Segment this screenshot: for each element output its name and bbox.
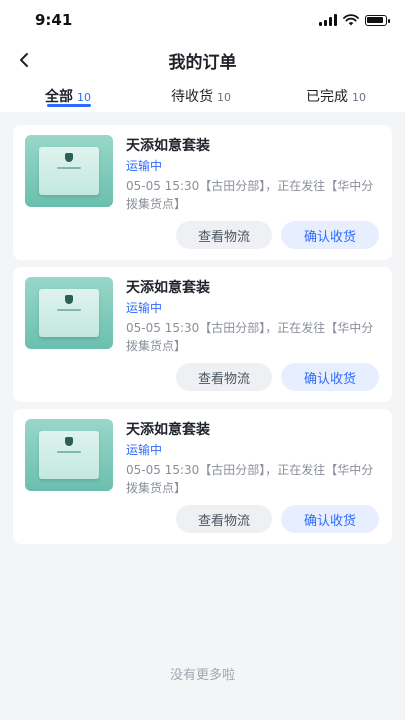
badge-icon [65, 437, 73, 446]
order-list-screen: 9:41 我的订单 全部 10 待收货 10 已完成 10 天添如意套装 运输中… [0, 0, 405, 720]
page-title: 我的订单 [168, 53, 237, 73]
order-status: 运输中 [126, 443, 163, 457]
tab-count: 10 [217, 91, 231, 104]
tab-completed[interactable]: 已完成 10 [306, 86, 366, 110]
order-card[interactable]: 天添如意套装 运输中 05-05 15:30【古田分部】，正在发往【华中分拨集货… [13, 267, 392, 402]
tab-count: 10 [352, 91, 366, 104]
tab-label: 全部 [45, 89, 73, 105]
tab-label: 已完成 [306, 89, 348, 105]
product-title: 天添如意套装 [126, 280, 210, 296]
box-stripe [57, 309, 81, 311]
tab-label: 待收货 [171, 89, 213, 105]
no-more-text: 没有更多啦 [169, 668, 235, 683]
active-tab-indicator [47, 104, 91, 107]
view-logistics-button[interactable]: 查看物流 [176, 505, 272, 533]
view-logistics-button[interactable]: 查看物流 [176, 363, 272, 391]
nav-header: 我的订单 [0, 40, 405, 80]
signal-icon [319, 14, 337, 26]
status-time: 9:41 [35, 11, 73, 29]
tracking-info: 05-05 15:30【古田分部】，正在发往【华中分拨集货点】 [126, 179, 374, 211]
status-icons [319, 12, 390, 28]
order-tabs: 全部 10 待收货 10 已完成 10 [0, 80, 405, 112]
tracking-info: 05-05 15:30【古田分部】，正在发往【华中分拨集货点】 [126, 463, 374, 495]
product-image[interactable] [25, 277, 113, 349]
tracking-info: 05-05 15:30【古田分部】，正在发往【华中分拨集货点】 [126, 321, 374, 353]
badge-icon [65, 295, 73, 304]
product-image[interactable] [25, 135, 113, 207]
order-status: 运输中 [126, 159, 163, 173]
order-card[interactable]: 天添如意套装 运输中 05-05 15:30【古田分部】，正在发往【华中分拨集货… [13, 409, 392, 544]
confirm-receipt-button[interactable]: 确认收货 [281, 221, 379, 249]
battery-icon [365, 14, 390, 26]
box-stripe [57, 167, 81, 169]
box-stripe [57, 451, 81, 453]
product-box-graphic [39, 147, 99, 195]
order-list: 天添如意套装 运输中 05-05 15:30【古田分部】，正在发往【华中分拨集货… [13, 125, 392, 551]
product-box-graphic [39, 431, 99, 479]
order-card[interactable]: 天添如意套装 运输中 05-05 15:30【古田分部】，正在发往【华中分拨集货… [13, 125, 392, 260]
product-image[interactable] [25, 419, 113, 491]
view-logistics-button[interactable]: 查看物流 [176, 221, 272, 249]
product-box-graphic [39, 289, 99, 337]
confirm-receipt-button[interactable]: 确认收货 [281, 505, 379, 533]
tab-count: 10 [77, 91, 91, 104]
status-bar: 9:41 [0, 0, 405, 40]
order-status: 运输中 [126, 301, 163, 315]
product-title: 天添如意套装 [126, 422, 210, 438]
wifi-icon [343, 14, 359, 26]
badge-icon [65, 153, 73, 162]
product-title: 天添如意套装 [126, 138, 210, 154]
confirm-receipt-button[interactable]: 确认收货 [281, 363, 379, 391]
tab-pending-receipt[interactable]: 待收货 10 [171, 86, 231, 110]
